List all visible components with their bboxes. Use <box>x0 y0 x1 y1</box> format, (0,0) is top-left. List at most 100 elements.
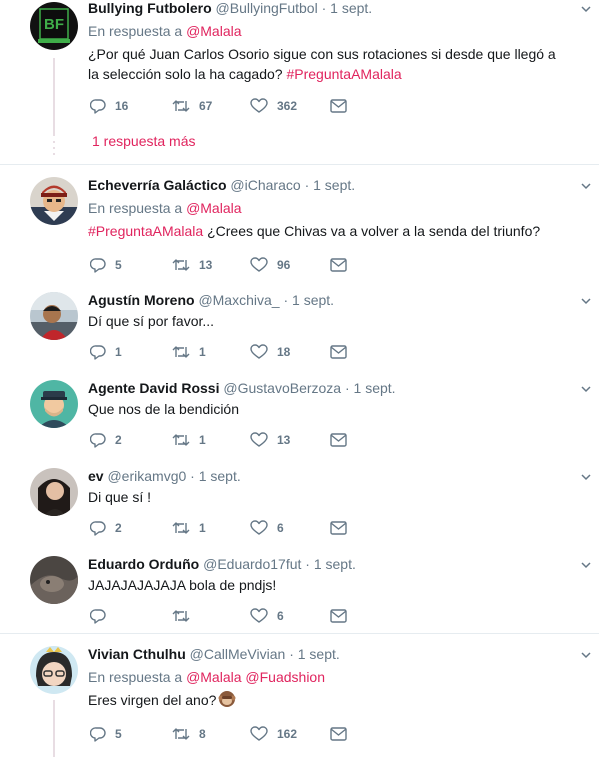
reply-button[interactable]: 1 <box>90 343 122 361</box>
mention-link[interactable]: @Malala <box>186 23 241 39</box>
chevron-down-icon[interactable] <box>581 560 591 570</box>
tweet-7[interactable]: Vivian Cthulhu @CallMeVivian · 1 sept. E… <box>0 634 599 757</box>
reply-icon <box>90 609 106 624</box>
display-name[interactable]: Vivian Cthulhu <box>88 646 186 662</box>
message-icon <box>330 609 347 623</box>
reply-icon <box>90 99 106 114</box>
avatar[interactable] <box>30 380 78 428</box>
like-button[interactable]: 362 <box>250 97 297 115</box>
handle[interactable]: @BullyingFutbol <box>216 0 318 16</box>
avatar[interactable] <box>30 468 78 516</box>
reply-button[interactable]: 5 <box>90 725 122 743</box>
like-button[interactable]: 13 <box>250 431 290 449</box>
timestamp[interactable]: 1 sept. <box>313 177 355 193</box>
reply-icon <box>90 345 106 360</box>
chevron-down-icon[interactable] <box>581 384 591 394</box>
tweet-text: Eres virgen del ano? <box>88 690 568 710</box>
tweet-text: #PreguntaAMalala ¿Crees que Chivas va a … <box>88 223 541 239</box>
reply-count: 2 <box>115 433 122 447</box>
handle[interactable]: @Maxchiva_ <box>198 292 279 308</box>
direct-message-button[interactable] <box>330 725 347 743</box>
tweet-text: Di que sí ! <box>88 489 152 505</box>
mention-link[interactable]: @Malala <box>186 669 241 685</box>
message-icon <box>330 258 347 272</box>
timestamp[interactable]: 1 sept. <box>330 0 372 16</box>
like-icon <box>250 257 268 272</box>
avatar[interactable] <box>30 556 78 604</box>
reply-icon <box>90 727 106 742</box>
like-count: 96 <box>277 258 291 272</box>
retweet-icon <box>172 434 190 446</box>
direct-message-button[interactable] <box>330 431 347 449</box>
like-button[interactable]: 162 <box>250 725 297 743</box>
display-name[interactable]: Agustín Moreno <box>88 292 195 308</box>
reply-context: En respuesta a @Malala <box>88 200 242 216</box>
tweet-6[interactable]: Eduardo Orduño @Eduardo17fut · 1 sept. J… <box>0 544 599 633</box>
tweet-1[interactable]: BF Bullying Futbolero @BullyingFutbol · … <box>0 0 599 165</box>
like-button[interactable]: 6 <box>250 519 284 537</box>
retweet-button[interactable]: 1 <box>172 431 206 449</box>
handle[interactable]: @CallMeVivian <box>190 646 286 662</box>
hashtag-link[interactable]: #PreguntaAMalala <box>286 66 401 82</box>
timestamp[interactable]: 1 sept. <box>298 646 340 662</box>
handle[interactable]: @erikamvg0 <box>107 468 186 484</box>
chevron-down-icon[interactable] <box>581 650 591 660</box>
reply-count: 5 <box>115 727 122 741</box>
tweet-4[interactable]: Agente David Rossi @GustavoBerzoza · 1 s… <box>0 368 599 456</box>
monkey-emoji-icon <box>218 691 236 707</box>
like-button[interactable]: 6 <box>250 607 284 625</box>
reply-button[interactable] <box>90 607 115 625</box>
svg-text:BF: BF <box>44 16 64 33</box>
reply-button[interactable]: 2 <box>90 519 122 537</box>
retweet-button[interactable]: 67 <box>172 97 212 115</box>
direct-message-button[interactable] <box>330 519 347 537</box>
direct-message-button[interactable] <box>330 607 347 625</box>
reply-button[interactable]: 2 <box>90 431 122 449</box>
handle[interactable]: @Eduardo17fut <box>203 556 301 572</box>
like-icon <box>250 726 268 741</box>
display-name[interactable]: Eduardo Orduño <box>88 556 199 572</box>
tweet-5[interactable]: ev @erikamvg0 · 1 sept. Di que sí ! 2 1 … <box>0 456 599 544</box>
retweet-icon <box>172 259 190 271</box>
retweet-button[interactable]: 1 <box>172 343 206 361</box>
handle[interactable]: @iCharaco <box>230 177 300 193</box>
timestamp[interactable]: 1 sept. <box>292 292 334 308</box>
like-button[interactable]: 96 <box>250 256 290 274</box>
tweet-2[interactable]: Echeverría Galáctico @iCharaco · 1 sept.… <box>0 165 599 279</box>
show-more-replies-link[interactable]: 1 respuesta más <box>92 133 196 149</box>
reply-button[interactable]: 16 <box>90 97 128 115</box>
display-name[interactable]: Echeverría Galáctico <box>88 177 227 193</box>
retweet-button[interactable]: 13 <box>172 256 212 274</box>
timestamp[interactable]: 1 sept. <box>354 380 396 396</box>
direct-message-button[interactable] <box>330 343 347 361</box>
tweet-3[interactable]: Agustín Moreno @Maxchiva_ · 1 sept. Dí q… <box>0 280 599 368</box>
mention-link[interactable]: @Fuadshion <box>245 669 325 685</box>
direct-message-button[interactable] <box>330 97 347 115</box>
avatar[interactable]: BF <box>30 2 78 50</box>
timestamp[interactable]: 1 sept. <box>199 468 241 484</box>
avatar[interactable] <box>30 292 78 340</box>
timestamp[interactable]: 1 sept. <box>314 556 356 572</box>
display-name[interactable]: Agente David Rossi <box>88 380 219 396</box>
display-name[interactable]: ev <box>88 468 104 484</box>
handle[interactable]: @GustavoBerzoza <box>223 380 341 396</box>
reply-button[interactable]: 5 <box>90 256 122 274</box>
mention-link[interactable]: @Malala <box>186 200 241 216</box>
tweet-text: ¿Por qué Juan Carlos Osorio sigue con su… <box>88 46 556 82</box>
retweet-count: 67 <box>199 99 213 113</box>
chevron-down-icon[interactable] <box>581 181 591 191</box>
retweet-button[interactable]: 1 <box>172 519 206 537</box>
chevron-down-icon[interactable] <box>581 296 591 306</box>
retweet-button[interactable]: 8 <box>172 725 206 743</box>
direct-message-button[interactable] <box>330 256 347 274</box>
like-button[interactable]: 18 <box>250 343 290 361</box>
hashtag-link[interactable]: #PreguntaAMalala <box>88 223 203 239</box>
chevron-down-icon[interactable] <box>581 472 591 482</box>
avatar[interactable] <box>30 646 78 694</box>
retweet-button[interactable] <box>172 607 199 625</box>
reply-count: 1 <box>115 345 122 359</box>
display-name[interactable]: Bullying Futbolero <box>88 0 212 16</box>
avatar[interactable] <box>30 177 78 225</box>
chevron-down-icon[interactable] <box>581 4 591 14</box>
reply-icon <box>90 521 106 536</box>
